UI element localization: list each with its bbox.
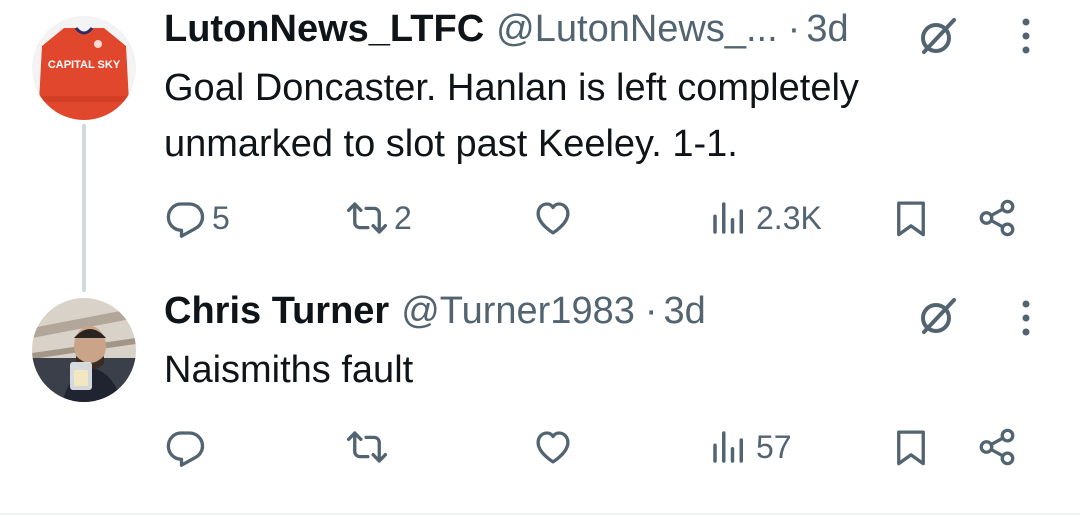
- bookmark-icon: [897, 201, 925, 237]
- timestamp[interactable]: 3d: [806, 8, 848, 51]
- reply-button[interactable]: [164, 422, 212, 472]
- like-icon: [536, 431, 570, 464]
- tweet-text-line: unmarked to slot past Keeley. 1-1.: [164, 123, 738, 165]
- share-button[interactable]: [976, 193, 1018, 243]
- retweet-button[interactable]: 2: [346, 193, 412, 243]
- action-bar: 57: [164, 422, 1044, 472]
- views-icon: [713, 202, 743, 234]
- share-button[interactable]: [976, 422, 1018, 472]
- action-bar: 5 2 2.3K: [164, 193, 1044, 243]
- like-button[interactable]: [532, 193, 580, 243]
- separator: ·: [644, 290, 658, 332]
- more-icon[interactable]: [1016, 298, 1036, 338]
- grok-icon[interactable]: [916, 14, 960, 58]
- reply-icon: [166, 202, 205, 238]
- views-icon: [713, 431, 743, 463]
- tweet-text: Goal Doncaster. Hanlan is left completel…: [164, 60, 1024, 172]
- avatar[interactable]: [32, 298, 136, 402]
- reply-button[interactable]: 5: [164, 193, 230, 243]
- separator: ·: [787, 8, 801, 50]
- views-count: 2.3K: [756, 199, 822, 236]
- timestamp[interactable]: 3d: [664, 290, 706, 333]
- views-button[interactable]: 57: [708, 422, 792, 472]
- like-button[interactable]: [532, 422, 580, 472]
- avatar-sponsor-text: CAPITAL SKY: [48, 59, 121, 71]
- retweet-icon: [346, 431, 388, 463]
- bookmark-button[interactable]: [890, 422, 932, 472]
- tweet-text: Naismiths fault: [164, 342, 1024, 398]
- display-name[interactable]: Chris Turner: [164, 290, 389, 333]
- handle[interactable]: @LutonNews_...: [496, 8, 778, 51]
- tweet-1[interactable]: CAPITAL SKY LutonNews_LTFC @LutonNews_..…: [0, 0, 1080, 270]
- views-count: 57: [756, 428, 792, 465]
- share-icon: [979, 199, 1015, 237]
- tweet-header: LutonNews_LTFC @LutonNews_... · 3d: [164, 8, 930, 58]
- retweet-icon: [346, 202, 388, 234]
- bookmark-button[interactable]: [890, 193, 932, 243]
- retweet-button[interactable]: [346, 422, 394, 472]
- reply-icon: [166, 431, 205, 467]
- bookmark-icon: [897, 430, 925, 466]
- display-name[interactable]: LutonNews_LTFC: [164, 8, 484, 51]
- grok-icon[interactable]: [916, 294, 960, 338]
- tweet-2[interactable]: Chris Turner @Turner1983 · 3d Naismiths …: [0, 280, 1080, 510]
- avatar-shirt-image: CAPITAL SKY: [32, 16, 136, 120]
- tweet-header: Chris Turner @Turner1983 · 3d: [164, 290, 930, 340]
- avatar-photo: [32, 298, 136, 402]
- avatar[interactable]: CAPITAL SKY: [32, 16, 136, 120]
- views-button[interactable]: 2.3K: [708, 193, 822, 243]
- tweet-thread: CAPITAL SKY LutonNews_LTFC @LutonNews_..…: [0, 0, 1080, 517]
- more-icon[interactable]: [1016, 16, 1036, 56]
- reply-count: 5: [212, 199, 230, 236]
- tweet-text-line: Goal Doncaster. Hanlan is left completel…: [164, 67, 859, 109]
- share-icon: [979, 428, 1015, 466]
- tweet-text-line: Naismiths fault: [164, 349, 414, 391]
- like-icon: [536, 202, 570, 235]
- retweet-count: 2: [394, 199, 412, 236]
- bottom-divider: [0, 513, 1080, 515]
- handle[interactable]: @Turner1983: [401, 290, 635, 333]
